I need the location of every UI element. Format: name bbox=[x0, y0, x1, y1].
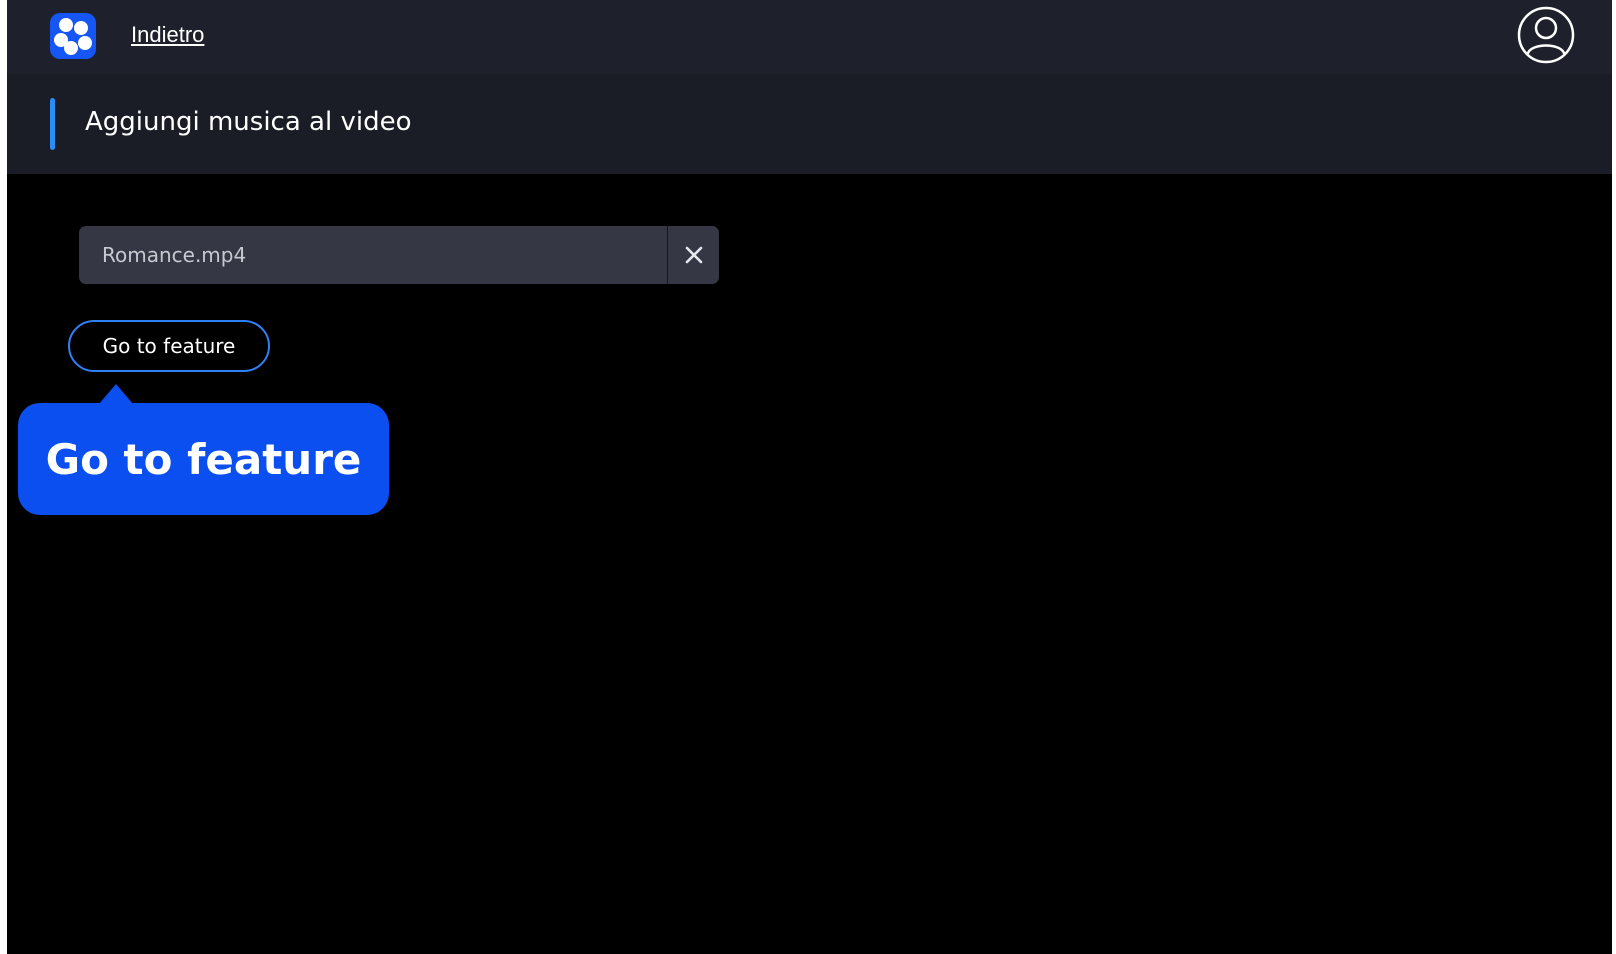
feature-tooltip: Go to feature bbox=[18, 403, 389, 515]
app-logo-icon[interactable] bbox=[50, 13, 96, 59]
logo-dot bbox=[64, 41, 78, 55]
back-link[interactable]: Indietro bbox=[131, 22, 204, 48]
logo-dot bbox=[59, 18, 73, 32]
app-window: Indietro Aggiungi musica al video Romanc… bbox=[7, 0, 1612, 954]
user-account-icon[interactable] bbox=[1516, 5, 1576, 65]
selected-file-field[interactable]: Romance.mp4 bbox=[79, 226, 719, 284]
go-to-feature-button[interactable]: Go to feature bbox=[68, 320, 270, 372]
page-title: Aggiungi musica al video bbox=[85, 107, 412, 137]
page-header: Aggiungi musica al video bbox=[7, 74, 1612, 174]
file-name-text: Romance.mp4 bbox=[102, 243, 247, 267]
clear-file-button[interactable] bbox=[667, 226, 719, 284]
tooltip-arrow bbox=[99, 384, 133, 404]
logo-dot bbox=[78, 36, 92, 50]
close-icon bbox=[685, 246, 702, 264]
top-bar: Indietro bbox=[7, 0, 1612, 74]
title-accent-bar bbox=[50, 98, 55, 150]
logo-dot bbox=[74, 21, 88, 35]
